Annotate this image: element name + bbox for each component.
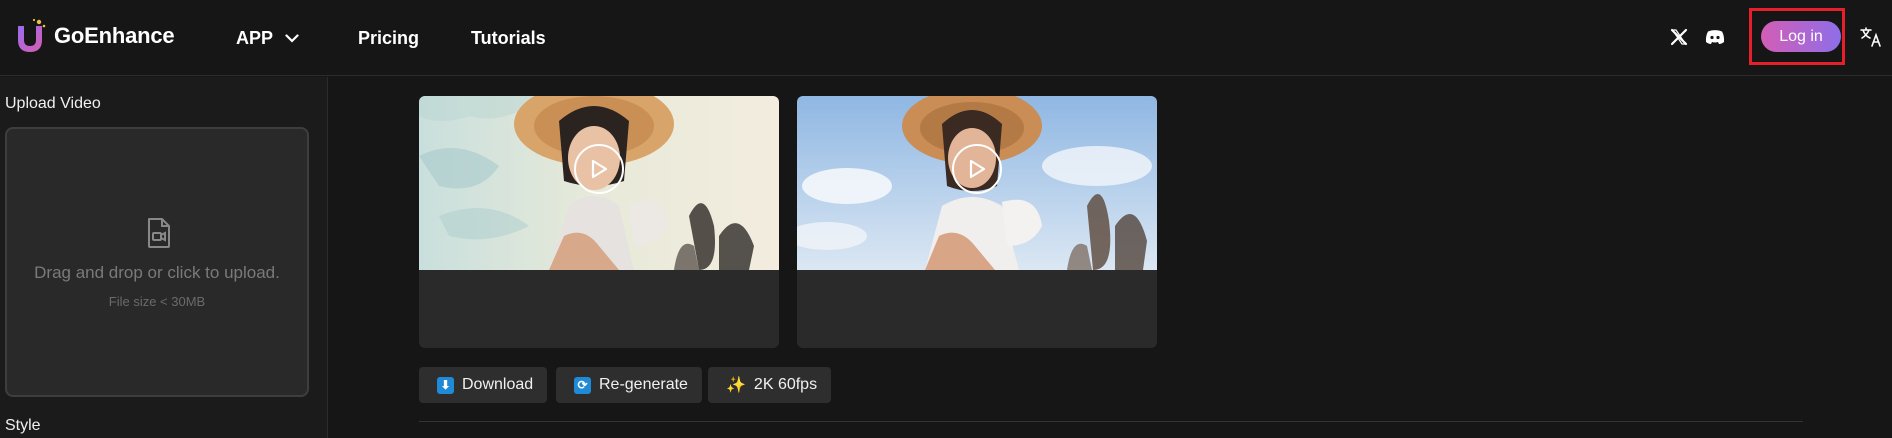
video-card-result [419, 96, 779, 348]
x-twitter-icon[interactable] [1666, 24, 1692, 50]
goenhance-logo-icon [18, 18, 46, 52]
brand-logo[interactable]: GoEnhance [14, 18, 175, 54]
brand-name: GoEnhance [54, 23, 175, 48]
sparkles-icon: ✨ [726, 377, 746, 394]
video-thumbnail-anime[interactable] [419, 96, 779, 270]
download-arrow-icon: ⬇ [437, 376, 454, 394]
nav-app-label: APP [236, 27, 274, 48]
nav-pricing-link[interactable]: Pricing [358, 0, 419, 76]
settings-panel: Upload Video Drag and drop or click to u… [0, 77, 328, 438]
download-label: Download [462, 376, 534, 393]
top-header: GoEnhance APP Pricing Tutorials Log in [0, 0, 1892, 76]
play-icon[interactable] [952, 144, 1002, 194]
discord-icon[interactable] [1702, 24, 1728, 50]
regenerate-button[interactable]: ⟳ Re-generate [556, 367, 702, 403]
login-button[interactable]: Log in [1761, 21, 1841, 52]
content-divider [419, 421, 1803, 422]
refresh-icon: ⟳ [574, 376, 591, 394]
upscale-label: 2K 60fps [753, 376, 818, 393]
video-file-icon [148, 218, 170, 248]
upload-video-label: Upload Video [5, 95, 101, 112]
upscale-2k-60fps-button[interactable]: ✨ 2K 60fps [708, 367, 832, 403]
play-icon[interactable] [574, 144, 624, 194]
chevron-down-icon [285, 33, 299, 43]
upload-dropzone[interactable]: Drag and drop or click to upload. File s… [5, 127, 309, 397]
regenerate-label: Re-generate [599, 376, 688, 393]
download-button[interactable]: ⬇ Download [419, 367, 548, 403]
video-thumbnail-original[interactable] [797, 96, 1157, 270]
file-size-note: File size < 30MB [108, 294, 206, 309]
translate-icon[interactable] [1858, 24, 1884, 50]
video-card-original [797, 96, 1157, 348]
nav-tutorials-link[interactable]: Tutorials [471, 0, 546, 76]
style-label: Style [5, 417, 41, 434]
upload-hint-text: Drag and drop or click to upload. [34, 263, 280, 282]
nav-app-menu[interactable]: APP [236, 0, 299, 76]
